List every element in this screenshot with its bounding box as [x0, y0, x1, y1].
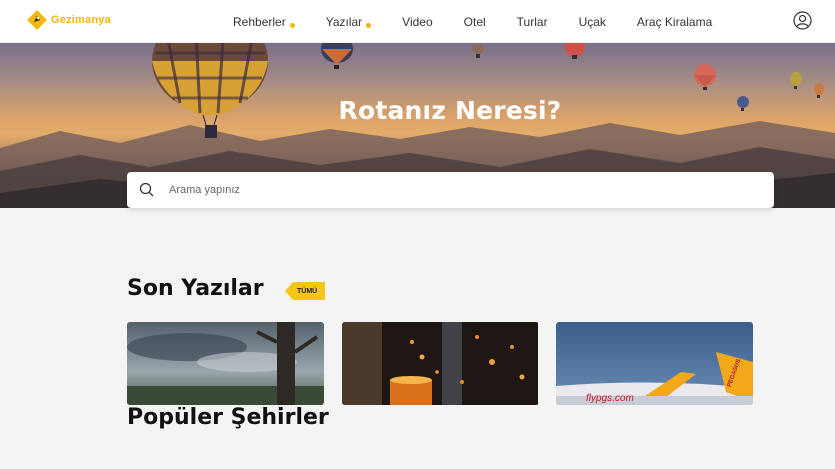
card-flypgs-text: flypgs.com	[586, 393, 634, 404]
article-card[interactable]	[127, 322, 324, 405]
nav-item-rehberler[interactable]: Rehberler	[233, 15, 295, 29]
nav-item-turlar[interactable]: Turlar	[517, 15, 548, 29]
search-icon	[139, 182, 154, 197]
article-image-candle-lights	[342, 322, 538, 405]
article-card[interactable]: flypgs.com PEGASUS	[556, 322, 753, 405]
hero-title: Rotanız Neresi?	[338, 96, 562, 125]
main-nav: Rehberler Yazılar Video Otel Turlar Uçak…	[233, 0, 743, 43]
nav-label: Araç Kiralama	[636, 14, 713, 29]
search-input[interactable]	[169, 172, 759, 208]
article-image-cloudy-landscape	[127, 322, 324, 405]
dropdown-dot-icon	[289, 23, 295, 28]
article-card[interactable]	[342, 322, 539, 405]
section-title-recent: Son Yazılar	[127, 276, 264, 301]
logo[interactable]: Gezimanya	[26, 9, 111, 31]
logo-text: Gezimanya	[51, 14, 111, 26]
nav-label: Rehberler	[233, 14, 286, 29]
nav-item-video[interactable]: Video	[402, 15, 432, 29]
section-title-popular: Popüler Şehirler	[127, 405, 329, 430]
nav-label: Turlar	[516, 14, 548, 29]
logo-icon	[26, 9, 48, 31]
nav-label: Uçak	[578, 14, 606, 29]
nav-item-arac-kiralama[interactable]: Araç Kiralama	[637, 15, 712, 29]
nav-item-yazilar[interactable]: Yazılar	[325, 14, 372, 29]
nav-item-otel[interactable]: Otel	[464, 15, 486, 29]
dropdown-dot-icon	[366, 23, 372, 28]
top-navbar: Gezimanya Rehberler Yazılar Video Otel T…	[0, 0, 835, 43]
nav-item-ucak[interactable]: Uçak	[579, 15, 606, 29]
search-bar[interactable]	[127, 172, 774, 208]
view-all-badge[interactable]: TÜMÜ	[285, 282, 326, 300]
nav-label: Yazılar	[325, 14, 363, 29]
nav-label: Video	[402, 14, 433, 29]
article-image-pegasus-airplane: flypgs.com PEGASUS	[556, 322, 753, 405]
nav-label: Otel	[463, 14, 486, 29]
user-circle-icon[interactable]	[793, 11, 812, 30]
